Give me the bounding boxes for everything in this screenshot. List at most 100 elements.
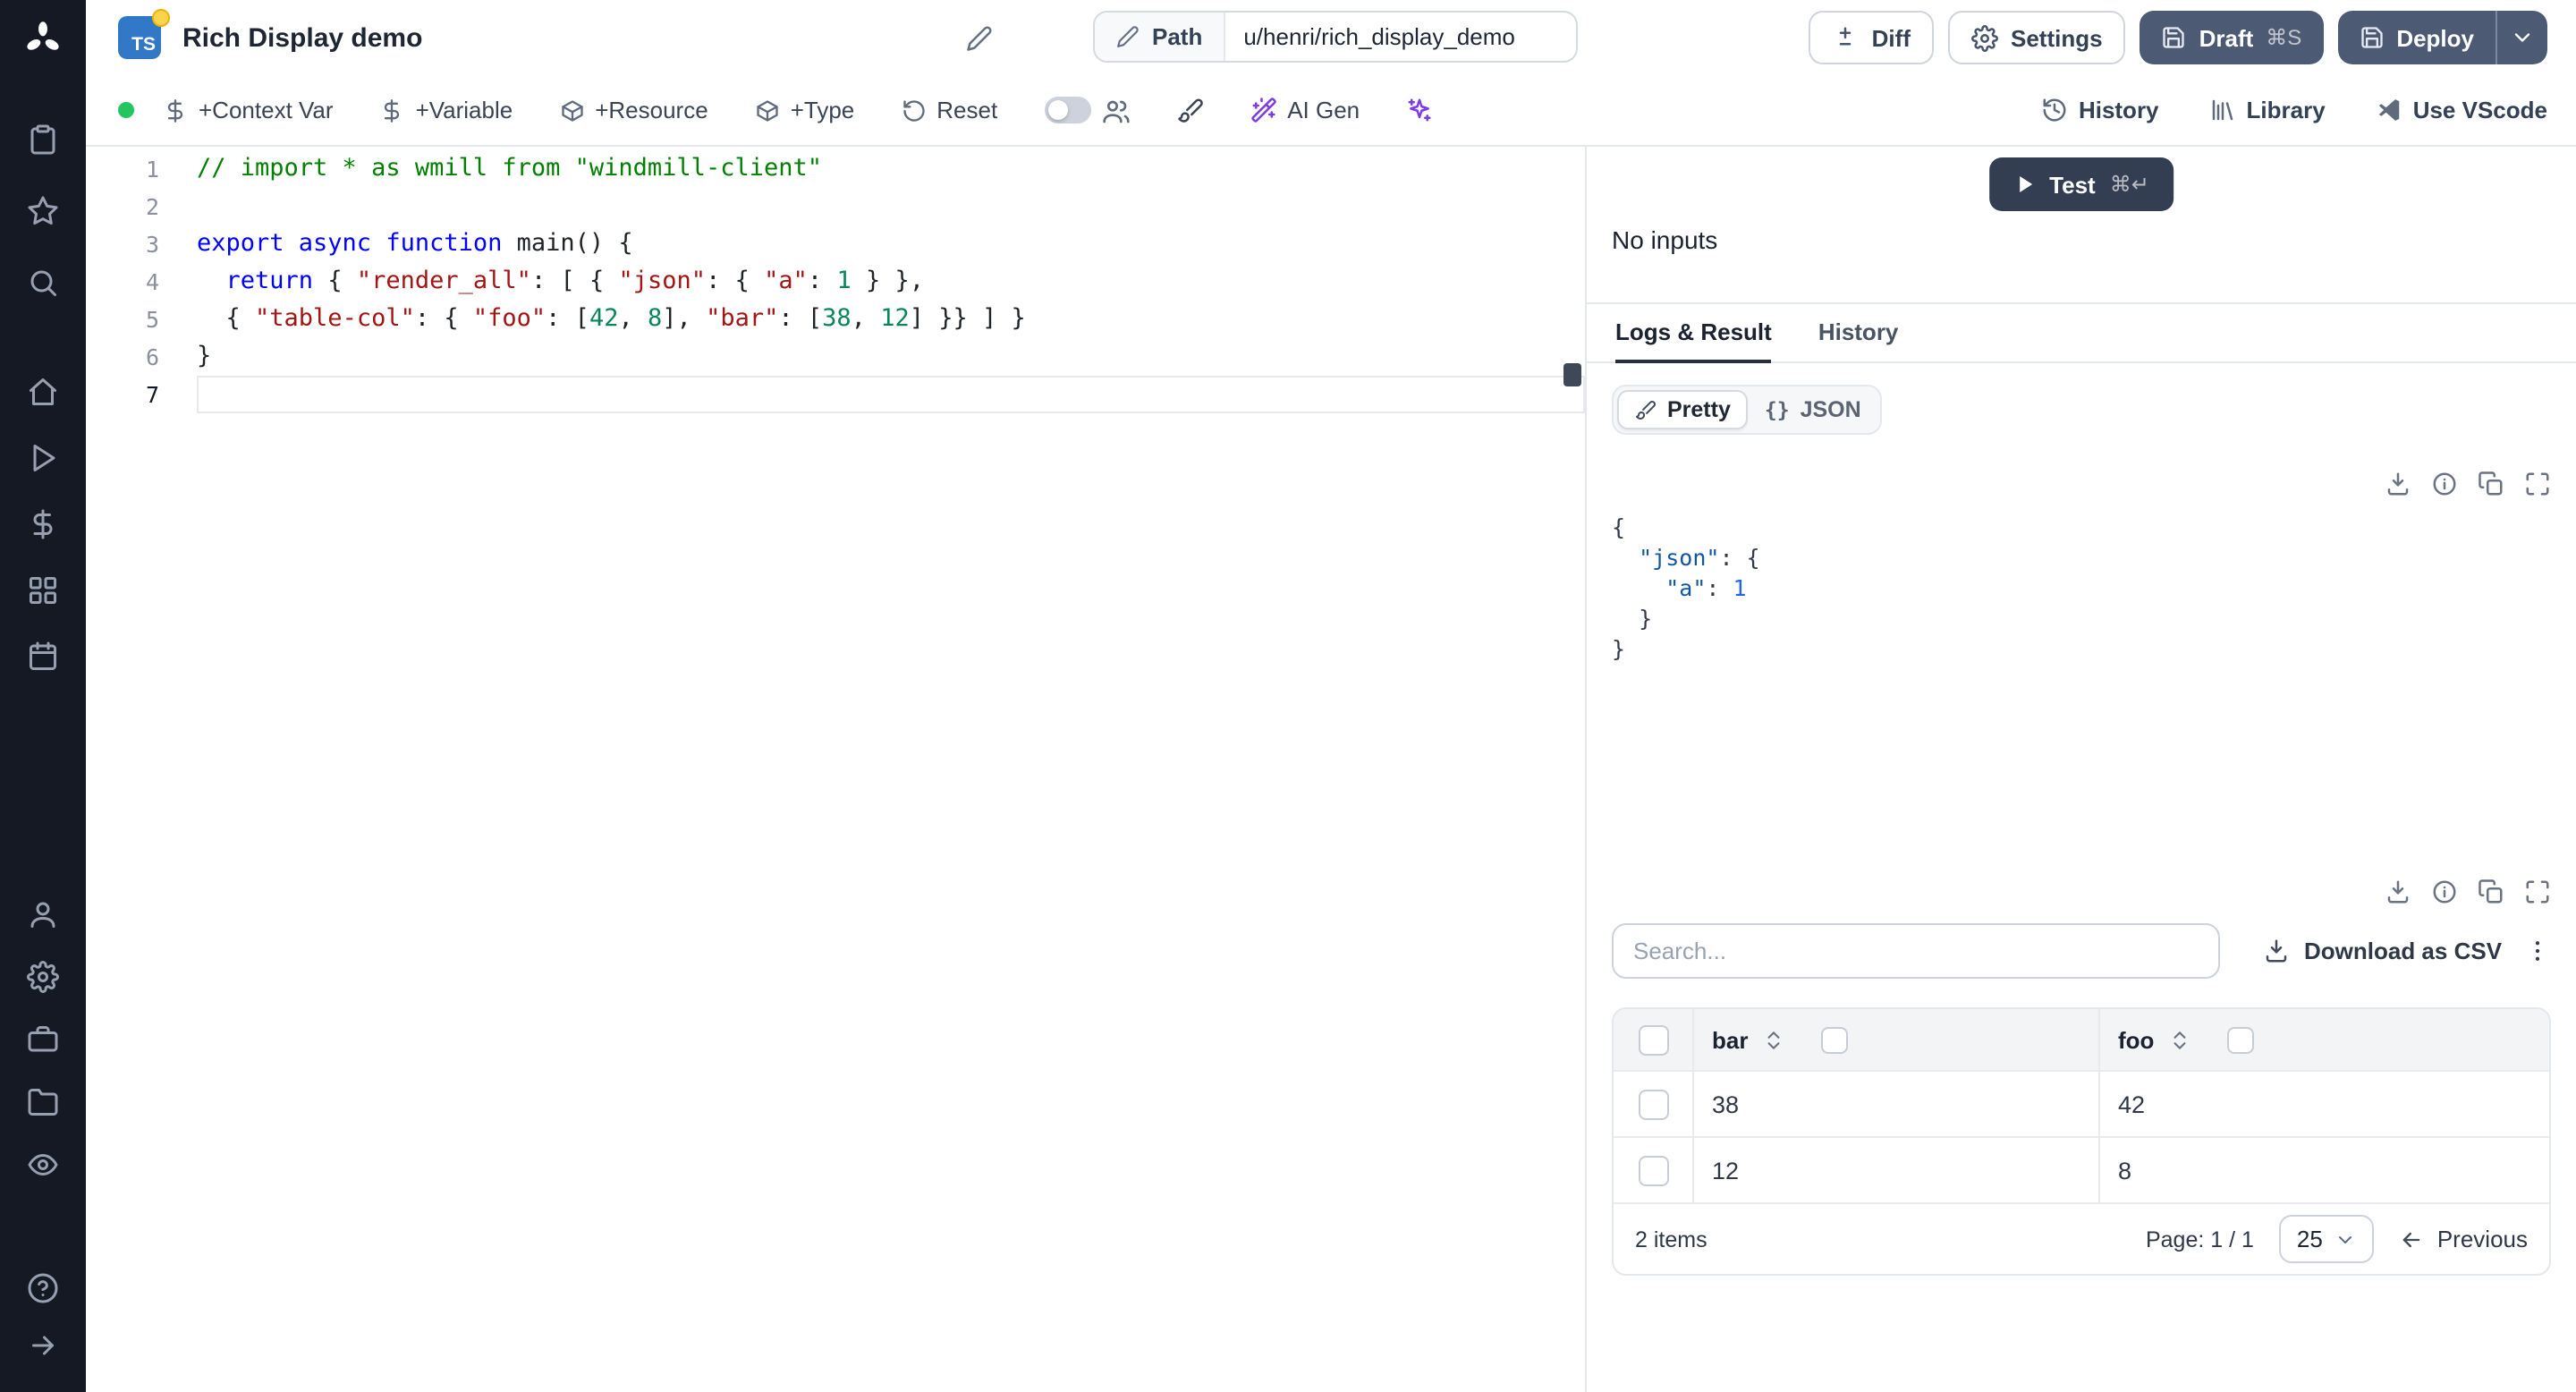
add-context-var-button[interactable]: +Context Var xyxy=(163,97,334,123)
json-line: { xyxy=(1612,514,1626,540)
chevron-down-icon xyxy=(2510,25,2535,50)
copy-icon[interactable] xyxy=(2478,471,2504,497)
line-number: 1 xyxy=(145,156,159,182)
reset-icon xyxy=(901,98,926,123)
header: TS Rich Display demo Path Diff xyxy=(86,0,2576,75)
windmill-app: TS Rich Display demo Path Diff xyxy=(0,0,2576,1392)
column-checkbox[interactable] xyxy=(2227,1026,2255,1053)
sort-icon[interactable] xyxy=(2168,1028,2191,1051)
expand-icon[interactable] xyxy=(2524,878,2551,905)
sidebar-item-gear[interactable] xyxy=(0,945,86,1007)
library-button[interactable]: Library xyxy=(2209,97,2326,123)
code-line[interactable]: 5 { "table-col": { "foo": [42, 8], "bar"… xyxy=(86,301,1585,338)
row-checkbox[interactable] xyxy=(1638,1089,1668,1119)
code-line[interactable]: 6} xyxy=(86,338,1585,376)
deploy-button[interactable]: Deploy xyxy=(2337,11,2496,64)
diff-button[interactable]: Diff xyxy=(1809,11,1934,64)
use-vscode-button[interactable]: Use VScode xyxy=(2376,97,2547,123)
sidebar-item-search[interactable] xyxy=(0,247,86,318)
row-checkbox-cell xyxy=(1614,1138,1692,1202)
table-result-block: Download as CSV bar foo 3842128 2 items P… xyxy=(1612,878,2551,1276)
table-footer: 2 items Page: 1 / 1 25 Previous xyxy=(1614,1202,2549,1274)
path-button[interactable]: Path xyxy=(1095,13,1226,61)
tab-history[interactable]: History xyxy=(1818,304,1899,363)
sidebar-item-star[interactable] xyxy=(0,175,86,247)
info-icon[interactable] xyxy=(2431,471,2458,497)
line-number: 4 xyxy=(145,268,159,295)
deploy-dropdown-button[interactable] xyxy=(2496,11,2547,64)
table-search-input[interactable] xyxy=(1612,923,2220,979)
expand-icon[interactable] xyxy=(2524,471,2551,497)
code-line[interactable]: 7 xyxy=(86,376,1585,413)
test-button[interactable]: Test ⌘↵ xyxy=(1988,157,2174,211)
copy-icon[interactable] xyxy=(2478,878,2504,905)
sidebar xyxy=(0,0,86,1392)
reset-button[interactable]: Reset xyxy=(901,97,997,123)
tab-logs-result[interactable]: Logs & Result xyxy=(1615,304,1772,363)
wand-icon xyxy=(1250,97,1276,123)
sidebar-item-calendar[interactable] xyxy=(0,623,86,689)
multiplayer-toggle[interactable] xyxy=(1044,97,1091,123)
add-type-button[interactable]: +Type xyxy=(755,97,854,123)
edit-summary-icon[interactable] xyxy=(966,24,993,51)
sidebar-item-eye[interactable] xyxy=(0,1133,86,1195)
kebab-menu-icon[interactable] xyxy=(2524,938,2551,964)
path-input[interactable] xyxy=(1225,13,1577,61)
sidebar-item-help[interactable] xyxy=(0,1260,86,1317)
previous-page-button[interactable]: Previous xyxy=(2400,1226,2528,1252)
sidebar-item-user[interactable] xyxy=(0,882,86,945)
row-checkbox[interactable] xyxy=(1638,1155,1668,1185)
table-cell: 8 xyxy=(2098,1138,2549,1202)
page-size-select[interactable]: 25 xyxy=(2278,1215,2375,1263)
code-line[interactable]: 4 return { "render_all": [ { "json": { "… xyxy=(86,263,1585,301)
info-icon[interactable] xyxy=(2431,878,2458,905)
windmill-logo[interactable] xyxy=(0,0,86,79)
sort-icon[interactable] xyxy=(1762,1028,1785,1051)
line-number: 3 xyxy=(145,231,159,258)
settings-button[interactable]: Settings xyxy=(1948,11,2126,64)
column-checkbox[interactable] xyxy=(1821,1026,1849,1053)
arrow-left-icon xyxy=(2400,1226,2425,1252)
table-row[interactable]: 38 42 xyxy=(1614,1070,2549,1136)
add-variable-button[interactable]: +Variable xyxy=(380,97,513,123)
sidebar-group-bottom xyxy=(0,1260,86,1374)
add-resource-button[interactable]: +Resource xyxy=(559,97,708,123)
draft-button[interactable]: Draft ⌘S xyxy=(2140,11,2324,64)
code-editor[interactable]: 1 // import * as wmill from "windmill-cli… xyxy=(86,147,1587,1392)
format-code-icon[interactable] xyxy=(1176,97,1203,123)
code-line[interactable]: 2 xyxy=(86,188,1585,225)
code-text: // import * as wmill from "windmill-clie… xyxy=(197,154,822,182)
sidebar-group-main xyxy=(0,358,86,689)
format-pretty-button[interactable]: Pretty xyxy=(1617,390,1749,429)
sidebar-item-briefcase[interactable] xyxy=(0,1007,86,1070)
line-number: 6 xyxy=(145,344,159,370)
history-button[interactable]: History xyxy=(2041,97,2159,123)
format-json-button[interactable]: {} JSON xyxy=(1749,392,1877,428)
sidebar-item-play[interactable] xyxy=(0,424,86,490)
briefcase-icon xyxy=(27,1023,59,1055)
draft-shortcut: ⌘S xyxy=(2266,25,2302,50)
windmill-icon xyxy=(23,20,63,59)
code-line[interactable]: 3 export async function main() { xyxy=(86,225,1585,263)
format-toggle: Pretty {} JSON xyxy=(1612,385,1883,435)
user-icon xyxy=(27,897,59,929)
sidebar-item-apps[interactable] xyxy=(0,556,86,623)
sidebar-item-arrow-right[interactable] xyxy=(0,1317,86,1374)
download-icon[interactable] xyxy=(2385,471,2411,497)
download-csv-button[interactable]: Download as CSV xyxy=(2263,938,2502,964)
column-header-foo: foo xyxy=(2098,1009,2549,1070)
sidebar-item-home[interactable] xyxy=(0,358,86,424)
table-toolbar: Download as CSV xyxy=(1612,923,2551,979)
table-row[interactable]: 12 8 xyxy=(1614,1136,2549,1202)
dollar-icon xyxy=(163,98,188,123)
code-line[interactable]: 1 // import * as wmill from "windmill-cli… xyxy=(86,150,1585,188)
run-header: Test ⌘↵ No inputs xyxy=(1587,147,2576,304)
arrow-right-icon xyxy=(27,1329,59,1362)
sidebar-item-dollar[interactable] xyxy=(0,490,86,556)
sidebar-item-folder[interactable] xyxy=(0,1070,86,1133)
download-icon[interactable] xyxy=(2385,878,2411,905)
sidebar-item-clipboard[interactable] xyxy=(0,104,86,175)
select-all-checkbox[interactable] xyxy=(1638,1024,1668,1055)
ai-gen-button[interactable]: AI Gen xyxy=(1250,97,1360,123)
sparkles-icon[interactable] xyxy=(1406,97,1433,123)
